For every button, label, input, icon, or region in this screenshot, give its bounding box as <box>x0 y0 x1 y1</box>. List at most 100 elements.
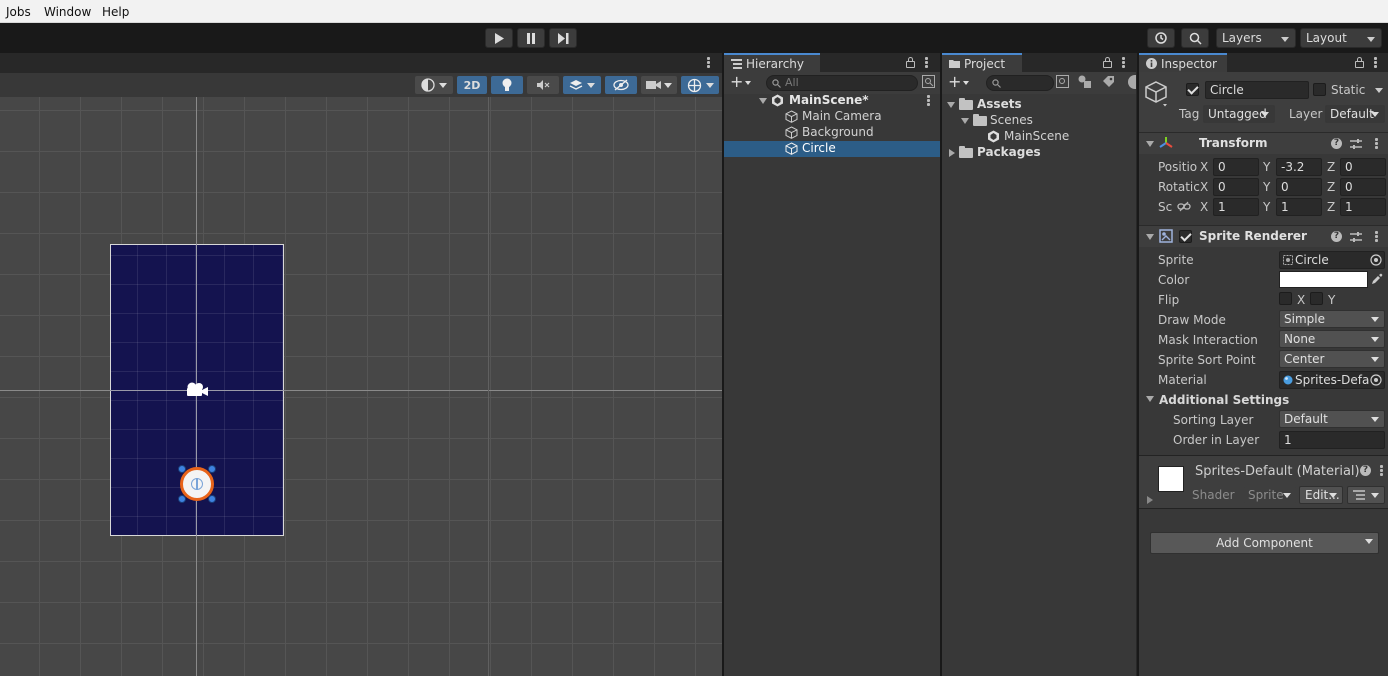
shader-edit-button[interactable]: Edit... <box>1299 486 1343 504</box>
history-button[interactable] <box>1147 28 1175 48</box>
component-menu-icon[interactable] <box>1375 231 1378 242</box>
add-component-button[interactable]: Add Component <box>1150 532 1379 554</box>
effects-dropdown[interactable] <box>563 76 601 94</box>
sprite-renderer-header[interactable]: Sprite Renderer ? <box>1139 225 1388 247</box>
hierarchy-scene-row[interactable]: MainScene* <box>724 93 940 109</box>
expand-arrow-icon[interactable] <box>1146 396 1154 402</box>
collapse-arrow-icon[interactable] <box>949 149 955 157</box>
sorting-layer-dropdown[interactable]: Default <box>1279 410 1385 428</box>
object-name-field[interactable]: Circle <box>1205 81 1309 99</box>
draw-mode-dropdown[interactable]: Simple <box>1279 310 1385 328</box>
project-tree-item[interactable]: MainScene <box>942 129 1136 145</box>
collapse-arrow-icon[interactable] <box>1147 496 1153 504</box>
audio-toggle[interactable] <box>527 76 559 94</box>
search-button[interactable] <box>1181 28 1209 48</box>
gizmos-dropdown[interactable] <box>681 76 719 94</box>
position-y-field[interactable]: -3.2 <box>1276 158 1322 176</box>
scale-x-field[interactable]: 1 <box>1213 198 1259 216</box>
rotation-z-field[interactable]: 0 <box>1340 178 1386 196</box>
project-tree-item[interactable]: Packages <box>942 145 1136 161</box>
hierarchy-item[interactable]: Main Camera <box>724 109 940 125</box>
help-icon[interactable]: ? <box>1331 231 1342 242</box>
shading-mode-dropdown[interactable] <box>415 76 453 94</box>
presets-sliders-icon[interactable] <box>1350 231 1362 243</box>
tab-project[interactable]: Project <box>942 53 1022 73</box>
project-tree-item[interactable]: Scenes <box>942 113 1136 129</box>
component-menu-icon[interactable] <box>1375 138 1378 149</box>
tag-icon[interactable] <box>1102 75 1115 88</box>
mask-interaction-dropdown[interactable]: None <box>1279 330 1385 348</box>
search-by-type-icon[interactable] <box>922 75 935 88</box>
active-checkbox[interactable] <box>1186 83 1199 96</box>
layout-dropdown[interactable]: Layout <box>1300 28 1382 48</box>
lock-icon[interactable] <box>1103 57 1112 68</box>
object-picker-icon[interactable] <box>1370 374 1382 386</box>
unlinked-chain-icon[interactable] <box>1177 201 1191 212</box>
presets-sliders-icon[interactable] <box>1350 138 1362 150</box>
expand-arrow-icon[interactable] <box>759 98 767 104</box>
flip-y-checkbox[interactable] <box>1310 292 1323 305</box>
material-preview[interactable] <box>1158 466 1184 492</box>
scale-y-field[interactable]: 1 <box>1276 198 1322 216</box>
hierarchy-item-selected[interactable]: Circle <box>724 141 940 157</box>
scene-view[interactable] <box>0 97 722 676</box>
help-icon[interactable]: ? <box>1360 465 1371 476</box>
mode-2d-toggle[interactable]: 2D <box>457 76 487 94</box>
tab-hierarchy[interactable]: Hierarchy <box>724 53 820 73</box>
rect-handle-tr[interactable] <box>208 465 216 473</box>
gameobject-cube-icon[interactable] <box>1145 81 1169 107</box>
flip-x-checkbox[interactable] <box>1279 292 1292 305</box>
rect-handle-tl[interactable] <box>178 465 186 473</box>
play-button[interactable] <box>485 28 513 48</box>
pause-button[interactable] <box>517 28 545 48</box>
hidden-packages-toggle[interactable] <box>1128 75 1136 89</box>
menu-window[interactable]: Window <box>44 5 91 19</box>
expand-arrow-icon[interactable] <box>1146 141 1154 147</box>
create-asset-button[interactable]: + <box>948 74 970 90</box>
object-picker-icon[interactable] <box>1370 254 1382 266</box>
camera-settings-dropdown[interactable] <box>641 76 677 94</box>
circle-sprite-selected[interactable] <box>178 465 216 503</box>
expand-arrow-icon[interactable] <box>947 102 955 108</box>
help-icon[interactable]: ? <box>1331 138 1342 149</box>
rotation-y-field[interactable]: 0 <box>1276 178 1322 196</box>
expand-arrow-icon[interactable] <box>961 118 969 124</box>
shader-options-dropdown[interactable] <box>1347 486 1385 504</box>
layers-dropdown[interactable]: Layers <box>1216 28 1296 48</box>
static-checkbox[interactable] <box>1313 83 1326 96</box>
rect-handle-br[interactable] <box>208 495 216 503</box>
search-by-label-icon[interactable] <box>1078 75 1092 88</box>
lock-icon[interactable] <box>1355 57 1364 68</box>
menu-help[interactable]: Help <box>102 5 129 19</box>
rotation-x-field[interactable]: 0 <box>1213 178 1259 196</box>
position-x-field[interactable]: 0 <box>1213 158 1259 176</box>
layer-dropdown[interactable]: Default <box>1325 105 1385 123</box>
scene-menu-icon[interactable] <box>707 57 710 68</box>
scale-z-field[interactable]: 1 <box>1340 198 1386 216</box>
sprite-sort-point-dropdown[interactable]: Center <box>1279 350 1385 368</box>
static-dropdown-icon[interactable] <box>1375 88 1383 93</box>
scene-menu-dots-icon[interactable] <box>927 95 930 106</box>
transform-header[interactable]: Transform ? <box>1139 132 1388 154</box>
project-search-input[interactable] <box>986 75 1054 91</box>
lighting-toggle[interactable] <box>491 76 523 94</box>
eyedropper-icon[interactable] <box>1371 273 1383 285</box>
shader-dropdown[interactable]: Sprite <box>1243 486 1297 504</box>
hierarchy-search-input[interactable]: All <box>766 75 918 91</box>
visibility-toggle[interactable] <box>605 76 637 94</box>
search-by-type-icon[interactable] <box>1056 75 1069 88</box>
add-object-button[interactable]: + <box>730 74 752 90</box>
additional-settings-foldout[interactable]: Additional Settings <box>1159 393 1289 407</box>
menu-dots-icon[interactable] <box>1374 57 1377 68</box>
component-menu-icon[interactable] <box>1380 465 1383 476</box>
position-z-field[interactable]: 0 <box>1340 158 1386 176</box>
tag-dropdown[interactable]: Untagged <box>1203 105 1275 123</box>
lock-icon[interactable] <box>906 57 915 68</box>
menu-jobs[interactable]: Jobs <box>6 5 31 19</box>
menu-dots-icon[interactable] <box>925 57 928 68</box>
tab-inspector[interactable]: Inspector <box>1139 53 1227 73</box>
hierarchy-item[interactable]: Background <box>724 125 940 141</box>
rect-handle-bl[interactable] <box>178 495 186 503</box>
step-button[interactable] <box>549 28 577 48</box>
menu-dots-icon[interactable] <box>1122 57 1125 68</box>
